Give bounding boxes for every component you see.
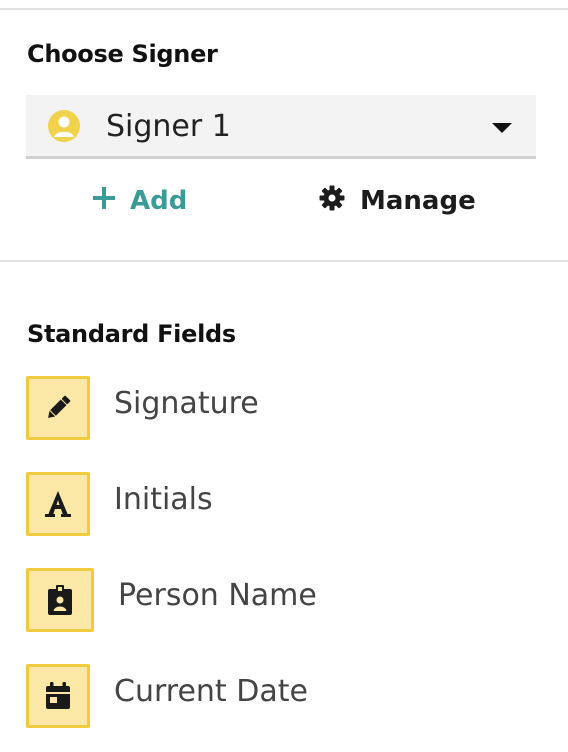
signer-dropdown[interactable]: Signer 1 (26, 95, 536, 159)
choose-signer-heading: Choose Signer (27, 40, 218, 68)
field-label: Initials (114, 482, 213, 517)
add-signer-button[interactable]: Add (92, 183, 187, 219)
add-signer-label: Add (130, 186, 188, 216)
field-current-date[interactable]: Current Date (26, 664, 546, 728)
manage-signers-button[interactable]: Manage (318, 183, 476, 219)
section-divider (0, 260, 568, 262)
caret-down-icon (492, 123, 512, 133)
selected-signer-name: Signer 1 (106, 109, 231, 144)
field-label: Signature (114, 386, 259, 421)
manage-signers-label: Manage (360, 186, 476, 216)
gear-icon (318, 184, 346, 219)
user-avatar-icon (48, 110, 80, 142)
calendar-icon (26, 664, 90, 728)
field-label: Person Name (118, 578, 317, 613)
id-badge-icon (26, 568, 94, 632)
standard-fields-heading: Standard Fields (27, 320, 236, 348)
pencil-icon (26, 376, 90, 440)
field-initials[interactable]: Initials (26, 472, 546, 536)
top-divider (0, 8, 568, 10)
field-person-name[interactable]: Person Name (26, 568, 546, 632)
field-label: Current Date (114, 674, 308, 709)
field-signature[interactable]: Signature (26, 376, 546, 440)
letter-a-icon (26, 472, 90, 536)
plus-icon (92, 186, 116, 217)
